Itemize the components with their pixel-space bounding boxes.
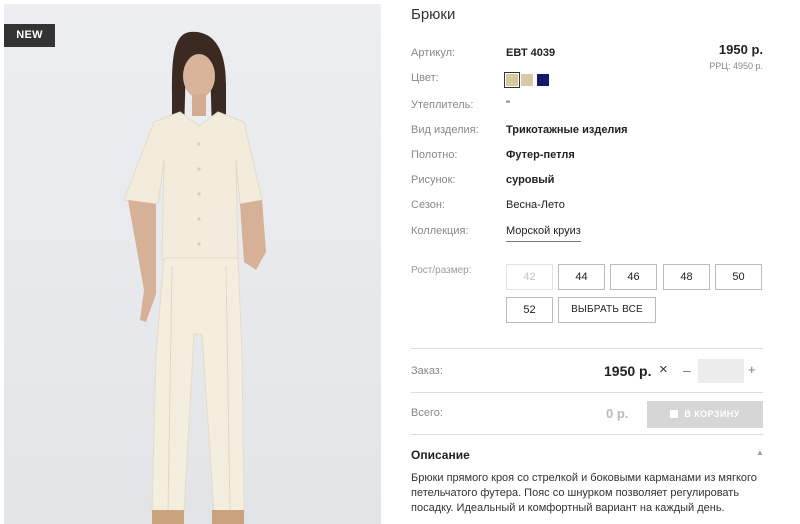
size-option-46[interactable]: 46	[610, 264, 657, 290]
size-option-50[interactable]: 50	[715, 264, 762, 290]
attr-article: Артикул: ЕВТ 4039	[411, 45, 763, 61]
size-option-48[interactable]: 48	[663, 264, 710, 290]
attr-label: Утеплитель:	[411, 99, 474, 111]
attr-label: Сезон:	[411, 199, 445, 211]
attr-label: Коллекция:	[411, 225, 469, 237]
divider	[411, 348, 763, 349]
attr-value: ЕВТ 4039	[506, 47, 556, 59]
size-label: Рост/размер:	[411, 265, 472, 276]
attr-label: Вид изделия:	[411, 124, 479, 136]
decrease-quantity-button[interactable]: –	[683, 362, 691, 378]
description-text: Брюки прямого кроя со стрелкой и боковым…	[411, 472, 757, 514]
attr-season: Сезон: Весна-Лето	[411, 197, 763, 213]
size-option-42[interactable]: 42	[506, 264, 553, 290]
attr-value: Футер-петля	[506, 149, 575, 161]
description-title[interactable]: Описание	[411, 448, 470, 462]
model-illustration	[123, 31, 266, 524]
attr-value: Трикотажные изделия	[506, 124, 628, 136]
attr-label: Цвет:	[411, 72, 439, 84]
attr-insulation: Утеплитель: "	[411, 97, 763, 113]
collapse-caret-icon[interactable]: ▲	[756, 448, 764, 457]
color-swatch-sand[interactable]	[521, 74, 533, 86]
attr-color: Цвет:	[411, 70, 763, 86]
increase-quantity-button[interactable]: +	[748, 362, 756, 377]
attr-collection: Коллекция: Морской круиз	[411, 223, 763, 242]
order-price: 1950 р.	[604, 363, 652, 379]
product-title: Брюки	[411, 6, 456, 23]
color-swatch-beige[interactable]	[504, 72, 520, 88]
quantity-input[interactable]	[698, 359, 744, 383]
add-to-cart-button[interactable]: В КОРЗИНУ	[647, 401, 763, 428]
attr-value: "	[506, 99, 510, 111]
total-value: 0 р.	[606, 406, 629, 421]
attr-value: суровый	[506, 174, 555, 186]
new-badge: NEW	[4, 24, 55, 47]
product-photo[interactable]: NEW	[4, 4, 381, 524]
order-label: Заказ:	[411, 365, 443, 377]
add-to-cart-label: В КОРЗИНУ	[684, 409, 740, 419]
attr-label: Полотно:	[411, 149, 458, 161]
attr-label: Рисунок:	[411, 174, 456, 186]
attr-pattern: Рисунок: суровый	[411, 172, 763, 188]
collection-link[interactable]: Морской круиз	[506, 223, 581, 242]
divider	[411, 434, 763, 435]
total-label: Всего:	[411, 407, 443, 419]
size-option-44[interactable]: 44	[558, 264, 605, 290]
divider	[411, 392, 763, 393]
attr-value: Весна-Лето	[506, 199, 565, 211]
attr-fabric: Полотно: Футер-петля	[411, 147, 763, 163]
attr-product-type: Вид изделия: Трикотажные изделия	[411, 122, 763, 138]
select-all-sizes-button[interactable]: ВЫБРАТЬ ВСЕ	[558, 297, 656, 323]
clear-order-icon[interactable]: ×	[659, 361, 668, 378]
color-swatch-navy[interactable]	[537, 74, 549, 86]
bag-icon	[670, 410, 679, 418]
attr-label: Артикул:	[411, 47, 456, 59]
size-option-52[interactable]: 52	[506, 297, 553, 323]
